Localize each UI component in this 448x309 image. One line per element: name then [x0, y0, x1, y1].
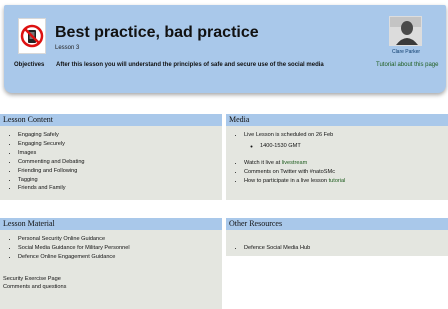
page-header: Best practice, bad practice Lesson 3 Cla…: [4, 5, 446, 93]
list-item: Tagging: [18, 176, 222, 185]
lesson-material-heading: Lesson Material: [0, 218, 222, 230]
tutorial-link[interactable]: Tutorial about this page: [376, 62, 438, 68]
objectives-label: Objectives: [14, 62, 45, 68]
no-phone-logo-icon: [18, 18, 46, 54]
page-title: Best practice, bad practice: [55, 24, 259, 41]
twitter-comments: Comments on Twitter with #natoSMc: [244, 168, 448, 177]
lesson-number: Lesson 3: [55, 45, 80, 51]
list-item: Images: [18, 149, 222, 158]
author-name-link[interactable]: Clare Parker: [382, 49, 430, 55]
live-lesson-text: Live Lesson is scheduled on 26 Feb: [244, 132, 334, 138]
live-lesson-schedule: Live Lesson is scheduled on 26 Feb 1400-…: [244, 131, 448, 151]
media-heading: Media: [226, 114, 448, 126]
livestream-link[interactable]: livestream: [282, 160, 308, 166]
lesson-content-list: Engaging Safely Engaging Securely Images…: [0, 131, 222, 193]
list-item: Engaging Safely: [18, 131, 222, 140]
participate-item: How to participate in a live lesson tuto…: [244, 177, 448, 186]
material-link[interactable]: Defence Online Engagement Guidance: [18, 253, 222, 262]
watch-live-text: Watch it live at: [244, 159, 281, 166]
security-exercise-link[interactable]: Security Exercise Page: [0, 276, 222, 282]
material-link[interactable]: Social Media Guidance for Military Perso…: [18, 244, 222, 253]
watch-live-item: Watch it live at livestream: [244, 159, 448, 168]
list-item: Friending and Following: [18, 167, 222, 176]
other-resources-heading: Other Resources: [226, 218, 448, 230]
objectives-text: After this lesson you will understand th…: [56, 62, 324, 68]
lesson-content-panel: Engaging Safely Engaging Securely Images…: [0, 126, 222, 200]
tutorial-link-inline[interactable]: tutorial: [329, 178, 346, 184]
list-item: Engaging Securely: [18, 140, 222, 149]
other-resources-list: Defence Social Media Hub: [226, 244, 448, 253]
other-resources-panel: Defence Social Media Hub: [226, 230, 448, 256]
schedule-sublist: 1400-1530 GMT: [244, 142, 448, 151]
media-panel: Live Lesson is scheduled on 26 Feb 1400-…: [226, 126, 448, 200]
resource-link[interactable]: Defence Social Media Hub: [244, 244, 448, 253]
list-item: Commenting and Debating: [18, 158, 222, 167]
author-avatar: [389, 16, 422, 46]
participate-text: How to participate in a live lesson: [244, 177, 328, 184]
list-item: Friends and Family: [18, 184, 222, 193]
material-link[interactable]: Personal Security Online Guidance: [18, 235, 222, 244]
lesson-material-list: Personal Security Online Guidance Social…: [0, 235, 222, 262]
lesson-time: 1400-1530 GMT: [260, 142, 448, 151]
lesson-content-heading: Lesson Content: [0, 114, 222, 126]
media-list: Live Lesson is scheduled on 26 Feb 1400-…: [226, 131, 448, 186]
lesson-material-panel: Personal Security Online Guidance Social…: [0, 230, 222, 309]
comments-label: Comments and questions: [3, 283, 67, 290]
